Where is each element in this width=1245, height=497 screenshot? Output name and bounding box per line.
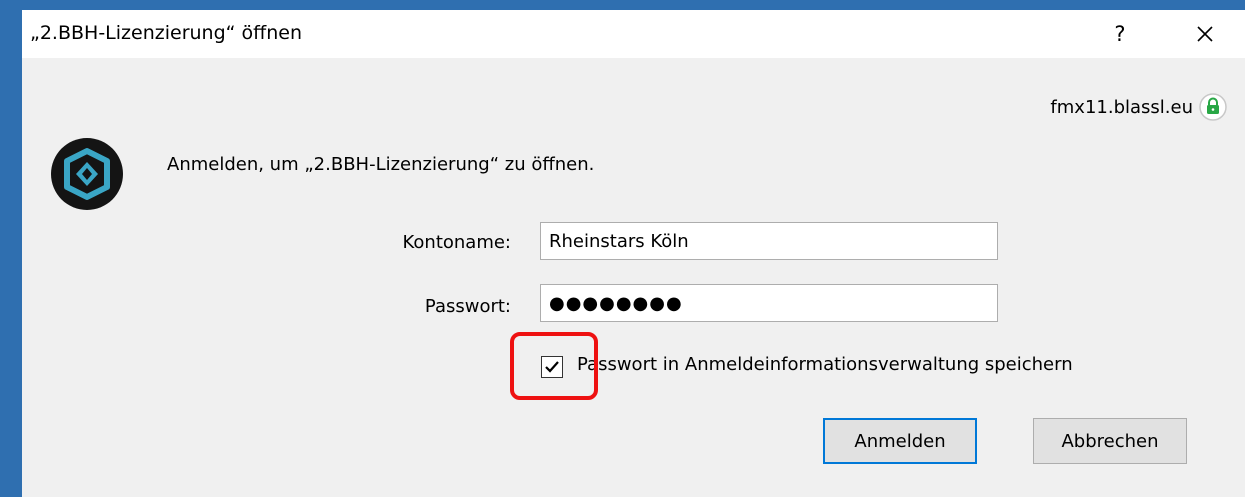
remember-password-label[interactable]: Passwort in Anmeldeinformationsverwaltun…	[577, 354, 1073, 375]
login-dialog: „2.BBH-Lizenzierung“ öffnen ? fmx11.blas…	[22, 10, 1245, 497]
server-host: fmx11.blassl.eu	[1050, 97, 1193, 118]
password-label: Passwort:	[424, 296, 511, 317]
close-icon	[1197, 26, 1213, 42]
desktop-background-top	[0, 0, 1245, 10]
remember-password-checkbox[interactable]	[541, 356, 563, 378]
login-button[interactable]: Anmelden	[823, 418, 977, 464]
title-bar: „2.BBH-Lizenzierung“ öffnen ?	[22, 10, 1245, 58]
account-name-label: Kontoname:	[402, 232, 511, 253]
filemaker-logo-icon	[51, 138, 123, 210]
lock-icon	[1199, 93, 1227, 121]
cancel-button[interactable]: Abbrechen	[1033, 418, 1187, 464]
window-title: „2.BBH-Lizenzierung“ öffnen	[30, 22, 303, 44]
help-button[interactable]: ?	[1102, 16, 1138, 52]
account-name-input[interactable]	[540, 222, 998, 260]
close-button[interactable]	[1185, 16, 1225, 52]
login-prompt: Anmelden, um „2.BBH-Lizenzierung“ zu öff…	[167, 154, 595, 175]
password-input[interactable]	[540, 284, 998, 322]
checkmark-icon	[545, 361, 559, 373]
desktop-background-left	[0, 0, 22, 497]
